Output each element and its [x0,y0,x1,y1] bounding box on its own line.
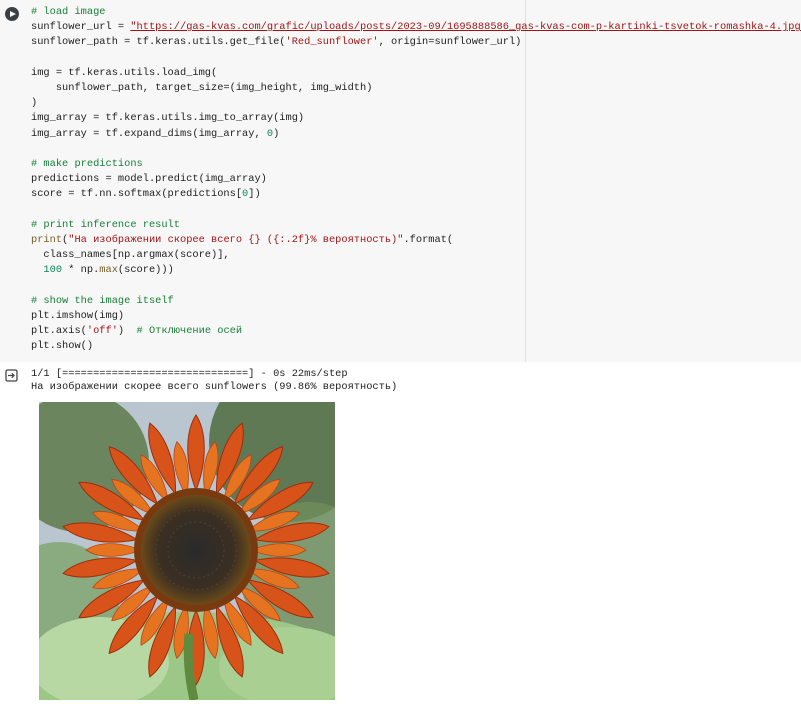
code-line: img = tf.keras.utils.load_img( [31,66,218,79]
code-line: # load image [31,6,106,18]
code-line: 100 * np.max(score))) [43,264,174,277]
output-redirect-icon[interactable] [5,369,18,382]
code-line: plt.axis('off') # Отключение осей [31,325,243,338]
code-line: img_array = tf.expand_dims(img_array, 0) [31,127,280,140]
code-editor[interactable]: # load image sunflower_url = "https://ga… [31,5,801,355]
code-line: img_array = tf.keras.utils.img_to_array(… [31,112,305,125]
code-line: ) [31,97,38,110]
code-line: # print inference result [31,218,180,231]
code-cell[interactable]: # load image sunflower_url = "https://ga… [0,0,801,362]
code-line: predictions = model.predict(img_array) [31,173,267,186]
code-line: print("На изображении скорее всего {} ({… [31,234,454,247]
code-line: sunflower_path = tf.keras.utils.get_file… [31,36,522,49]
code-line: plt.imshow(img) [31,310,125,323]
output-text: 1/1 [==============================] - 0… [31,368,397,394]
code-line: score = tf.nn.softmax(predictions[0]) [31,188,261,201]
code-line: plt.show() [31,340,94,353]
code-line: class_names[np.argmax(score)], [31,249,230,262]
url-link[interactable]: "https://gas-kvas.com/grafic/uploads/pos… [130,21,801,33]
play-icon[interactable] [5,7,19,21]
code-line: # show the image itself [31,294,174,307]
code-line: # make predictions [31,158,143,171]
progress-line: 1/1 [==============================] - 0… [31,368,348,380]
code-line: sunflower_url = "https://gas-kvas.com/gr… [31,21,801,33]
prediction-result: На изображении скорее всего sunflowers (… [31,381,398,393]
sunflower-image [39,402,335,700]
cell-output: 1/1 [==============================] - 0… [0,362,801,704]
code-line: sunflower_path, target_size=(img_height,… [31,82,373,95]
